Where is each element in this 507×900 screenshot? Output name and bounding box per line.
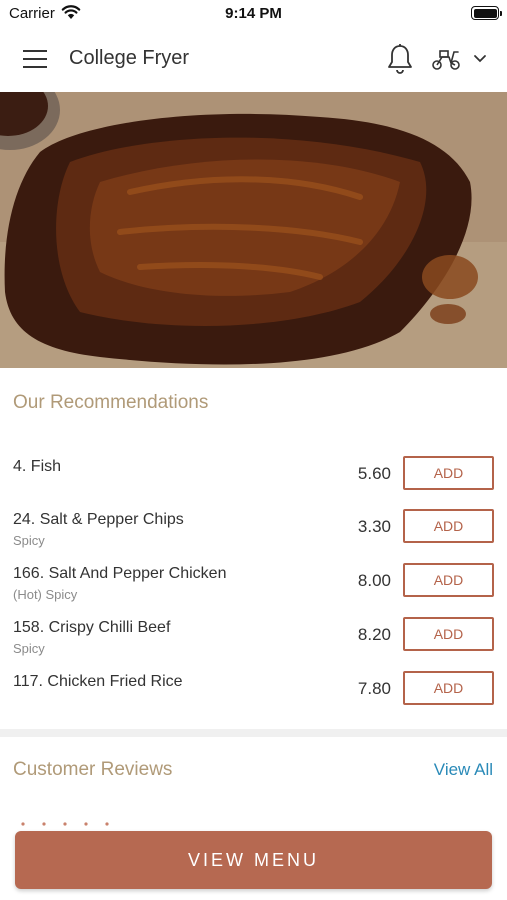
recommendations-title: Our Recommendations bbox=[13, 392, 209, 413]
clock: 9:14 PM bbox=[225, 5, 282, 22]
app-header: College Fryer bbox=[0, 28, 507, 92]
add-button[interactable]: ADD bbox=[403, 456, 494, 490]
restaurant-title: College Fryer bbox=[69, 47, 190, 69]
status-bar: Carrier 9:14 PM bbox=[0, 0, 507, 28]
item-name: 24. Salt & Pepper Chips bbox=[13, 511, 184, 528]
view-all-link[interactable]: View All bbox=[434, 760, 493, 780]
item-price: 3.30 bbox=[357, 517, 391, 536]
list-item: 166. Salt And Pepper Chicken (Hot) Spicy… bbox=[0, 557, 507, 611]
item-price: 7.80 bbox=[357, 679, 391, 698]
battery-icon bbox=[471, 6, 502, 20]
bell-icon[interactable] bbox=[386, 43, 414, 75]
add-button[interactable]: ADD bbox=[403, 563, 494, 597]
item-name: 166. Salt And Pepper Chicken bbox=[13, 565, 227, 582]
hero-image bbox=[0, 92, 507, 368]
section-divider bbox=[0, 729, 507, 737]
list-item: 24. Salt & Pepper Chips Spicy 3.30 ADD bbox=[0, 503, 507, 557]
add-button[interactable]: ADD bbox=[403, 509, 494, 543]
add-button[interactable]: ADD bbox=[403, 617, 494, 651]
item-note: Spicy bbox=[13, 641, 45, 656]
menu-icon[interactable] bbox=[23, 50, 47, 68]
item-price: 8.00 bbox=[357, 571, 391, 590]
reviews-title: Customer Reviews bbox=[13, 759, 173, 780]
list-item: 158. Crispy Chilli Beef Spicy 8.20 ADD bbox=[0, 611, 507, 665]
item-price: 8.20 bbox=[357, 625, 391, 644]
chevron-down-icon[interactable] bbox=[473, 54, 487, 64]
item-note: (Hot) Spicy bbox=[13, 587, 78, 602]
item-price: 5.60 bbox=[357, 464, 391, 483]
delivery-scooter-icon[interactable] bbox=[431, 47, 461, 71]
add-button[interactable]: ADD bbox=[403, 671, 494, 705]
list-item: 117. Chicken Fried Rice 7.80 ADD bbox=[0, 665, 507, 719]
list-item: 4. Fish 5.60 ADD bbox=[0, 450, 507, 504]
item-name: 4. Fish bbox=[13, 458, 62, 475]
item-note: Spicy bbox=[13, 533, 45, 548]
rating-stars-icon bbox=[21, 822, 109, 826]
view-menu-button[interactable]: VIEW MENU bbox=[15, 831, 492, 889]
bbq-ribs-illustration bbox=[0, 92, 507, 368]
item-name: 117. Chicken Fried Rice bbox=[13, 673, 183, 690]
item-name: 158. Crispy Chilli Beef bbox=[13, 619, 171, 636]
